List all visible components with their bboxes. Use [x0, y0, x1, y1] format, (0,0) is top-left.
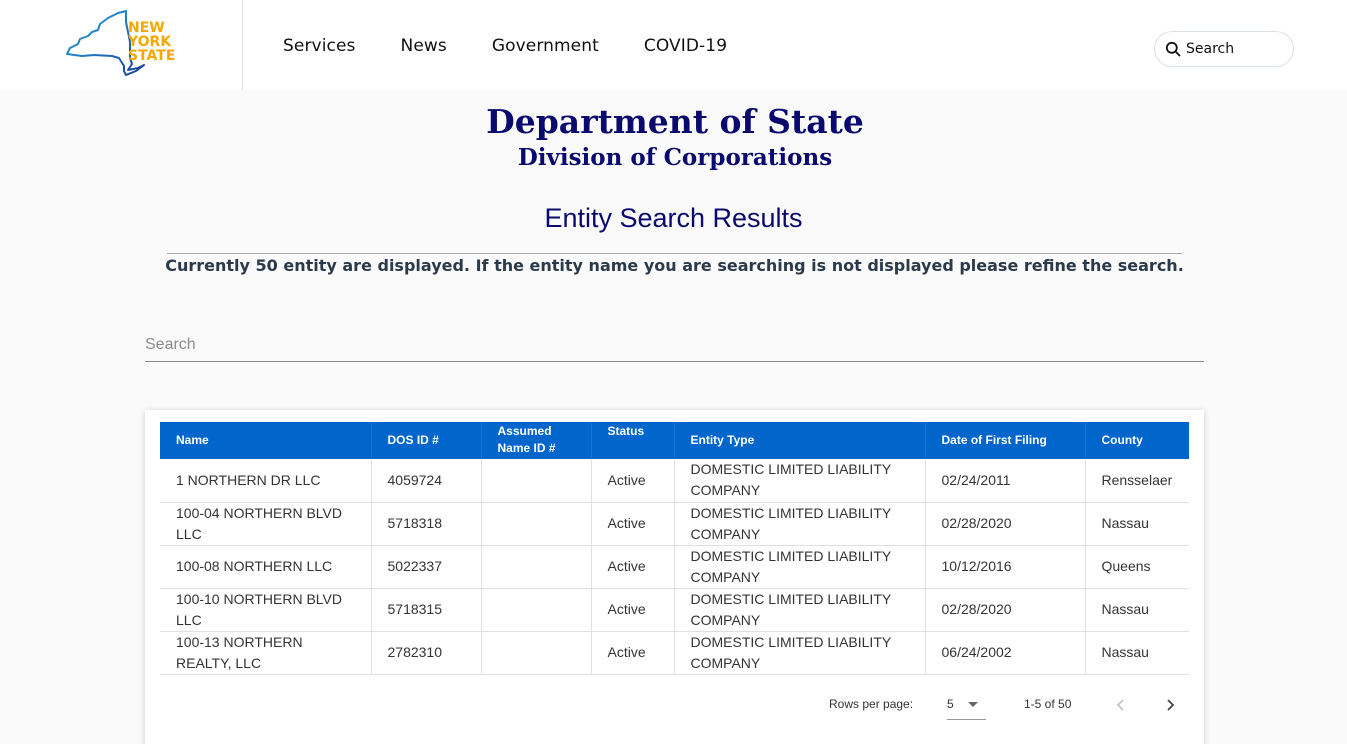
site-header: NEW YORK STATE Services News Government …: [0, 0, 1347, 90]
table-row[interactable]: 100-04 NORTHERN BLVD LLC 5718318 Active …: [160, 502, 1189, 546]
cell-county: Rensselaer: [1084, 459, 1189, 503]
nav-item-government[interactable]: Government: [492, 36, 599, 56]
table-row[interactable]: 100-13 NORTHERN REALTY, LLC 2782310 Acti…: [160, 631, 1189, 675]
cell-entity-type: DOMESTIC LIMITED LIABILITY COMPANY: [673, 545, 926, 589]
cell-assumed-name-id: [480, 588, 592, 632]
cell-entity-type: DOMESTIC LIMITED LIABILITY COMPANY: [673, 631, 926, 675]
results-table: Name DOS ID # Assumed Name ID # Status E…: [160, 422, 1189, 675]
cell-county: Nassau: [1084, 502, 1189, 546]
results-card: Name DOS ID # Assumed Name ID # Status E…: [145, 410, 1204, 744]
chevron-right-icon: [1167, 699, 1175, 711]
cell-name[interactable]: 1 NORTHERN DR LLC: [160, 459, 372, 503]
column-header-status[interactable]: Status: [590, 422, 674, 459]
cell-assumed-name-id: [480, 502, 592, 546]
search-icon: [1165, 41, 1181, 57]
next-page-button[interactable]: [1158, 693, 1182, 717]
table-row[interactable]: 1 NORTHERN DR LLC 4059724 Active DOMESTI…: [160, 459, 1189, 503]
cell-entity-type: DOMESTIC LIMITED LIABILITY COMPANY: [673, 459, 926, 503]
page-heading: Department of State Division of Corporat…: [0, 102, 1347, 174]
cell-name[interactable]: 100-04 NORTHERN BLVD LLC: [160, 502, 372, 546]
cell-county: Queens: [1084, 545, 1189, 589]
cell-dos-id: 5718315: [370, 588, 482, 632]
cell-status: Active: [590, 545, 675, 589]
cell-assumed-name-id: [480, 459, 592, 503]
column-header-entity-type[interactable]: Entity Type: [673, 422, 925, 459]
cell-date-first-filing: 06/24/2002: [924, 631, 1086, 675]
cell-dos-id: 5022337: [370, 545, 482, 589]
cell-dos-id: 5718318: [370, 502, 482, 546]
cell-date-first-filing: 02/28/2020: [924, 502, 1086, 546]
cell-name[interactable]: 100-13 NORTHERN REALTY, LLC: [160, 631, 372, 675]
rows-per-page-select[interactable]: 5: [947, 693, 986, 720]
table-row[interactable]: 100-08 NORTHERN LLC 5022337 Active DOMES…: [160, 545, 1189, 589]
nys-logo-link[interactable]: NEW YORK STATE: [64, 8, 180, 80]
cell-entity-type: DOMESTIC LIMITED LIABILITY COMPANY: [673, 588, 926, 632]
nav-item-covid-19[interactable]: COVID-19: [644, 36, 727, 56]
cell-entity-type: DOMESTIC LIMITED LIABILITY COMPANY: [673, 502, 926, 546]
cell-date-first-filing: 02/24/2011: [924, 459, 1086, 503]
previous-page-button[interactable]: [1109, 693, 1133, 717]
cell-assumed-name-id: [480, 545, 592, 589]
svg-text:STATE: STATE: [128, 48, 175, 64]
cell-date-first-filing: 10/12/2016: [924, 545, 1086, 589]
cell-status: Active: [590, 588, 675, 632]
division-title: Division of Corporations: [517, 144, 833, 171]
cell-status: Active: [590, 459, 675, 503]
cell-assumed-name-id: [480, 631, 592, 675]
cell-date-first-filing: 02/28/2020: [924, 588, 1086, 632]
results-title: Entity Search Results: [544, 203, 803, 233]
cell-dos-id: 2782310: [370, 631, 482, 675]
cell-dos-id: 4059724: [370, 459, 482, 503]
header-search-button[interactable]: Search: [1154, 31, 1294, 67]
cell-name[interactable]: 100-08 NORTHERN LLC: [160, 545, 372, 589]
column-header-date-first-filing[interactable]: Date of First Filing: [924, 422, 1085, 459]
caret-down-icon: [968, 702, 978, 707]
header-divider: [242, 0, 243, 90]
column-header-assumed-name-id[interactable]: Assumed Name ID #: [480, 422, 591, 459]
column-header-county[interactable]: County: [1084, 422, 1189, 459]
nys-logo-icon: NEW YORK STATE: [66, 10, 175, 76]
table-header-row: Name DOS ID # Assumed Name ID # Status E…: [160, 422, 1189, 459]
column-header-name[interactable]: Name: [160, 422, 371, 459]
column-header-dos-id[interactable]: DOS ID #: [370, 422, 481, 459]
cell-status: Active: [590, 502, 675, 546]
cell-county: Nassau: [1084, 631, 1189, 675]
divider: [167, 253, 1182, 254]
cell-status: Active: [590, 631, 675, 675]
chevron-left-icon: [1116, 699, 1124, 711]
results-notice: Currently 50 entity are displayed. If th…: [165, 256, 1184, 275]
nav-item-news[interactable]: News: [401, 36, 447, 56]
rows-per-page-value: 5: [947, 697, 954, 711]
search-input[interactable]: [145, 330, 1204, 360]
department-title: Department of State: [486, 102, 864, 141]
table-row[interactable]: 100-10 NORTHERN BLVD LLC 5718315 Active …: [160, 588, 1189, 632]
pagination-range: 1-5 of 50: [1024, 697, 1072, 711]
cell-county: Nassau: [1084, 588, 1189, 632]
main-nav: Services News Government COVID-19: [283, 36, 727, 56]
pagination: Rows per page: 5 1-5 of 50: [145, 693, 1204, 720]
rows-per-page-label: Rows per page:: [829, 697, 914, 711]
nav-item-services[interactable]: Services: [283, 36, 356, 56]
header-search-label: Search: [1186, 41, 1235, 57]
cell-name[interactable]: 100-10 NORTHERN BLVD LLC: [160, 588, 372, 632]
search-field: [145, 330, 1204, 362]
